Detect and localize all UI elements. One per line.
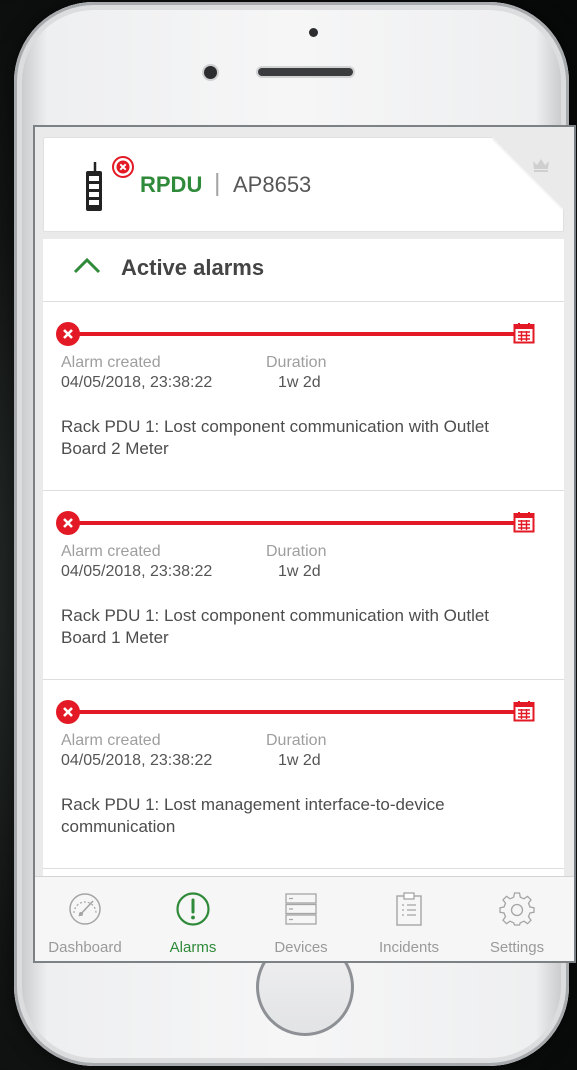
duration-label: Duration <box>266 354 327 371</box>
alarm-message: Rack PDU 1: Lost component communication… <box>61 417 490 458</box>
alarm-created-label: Alarm created <box>61 543 161 560</box>
alarm-error-icon <box>56 322 80 346</box>
gear-icon <box>499 892 535 926</box>
server-rack-icon <box>285 893 317 925</box>
tab-label: Alarms <box>169 939 217 956</box>
alarm-timeline <box>67 710 515 714</box>
alarm-error-icon <box>56 511 80 535</box>
duration-label: Duration <box>266 732 327 749</box>
tab-label: Devices <box>274 939 328 956</box>
alarm-message: Rack PDU 1: Lost management interface-to… <box>61 795 445 836</box>
duration-label: Duration <box>266 543 327 560</box>
alarm-created-value: 04/05/2018, 23:38:22 <box>61 752 213 769</box>
device-type-label: RPDU <box>140 172 203 197</box>
alarm-card[interactable]: Alarm created Duration 04/05/2018, 23:38… <box>43 679 564 868</box>
tab-devices[interactable]: Devices <box>251 877 351 961</box>
tab-dashboard[interactable]: Dashboard <box>35 877 135 961</box>
chevron-up-icon <box>73 257 101 274</box>
tab-label: Dashboard <box>48 939 122 956</box>
crown-icon <box>533 159 549 172</box>
duration-value: 1w 2d <box>278 374 321 391</box>
clipboard-icon <box>396 892 422 926</box>
calendar-icon <box>513 701 535 722</box>
alarms-panel: Active alarms Alarm created Duration 04/… <box>43 239 564 961</box>
alarm-created-value: 04/05/2018, 23:38:22 <box>61 563 213 580</box>
bottom-tab-bar: Dashboard Alarms Devices Incidents Setti… <box>35 876 574 961</box>
gauge-icon <box>69 893 101 925</box>
section-title: Active alarms <box>121 255 265 280</box>
earpiece-speaker <box>258 68 353 76</box>
alarm-error-icon <box>56 700 80 724</box>
alarm-created-value: 04/05/2018, 23:38:22 <box>61 374 213 391</box>
duration-value: 1w 2d <box>278 563 321 580</box>
device-model-label: AP8653 <box>233 172 312 197</box>
alarm-card[interactable]: Alarm created Duration 04/05/2018, 23:38… <box>43 490 564 679</box>
alarm-timeline <box>67 332 515 336</box>
app-screen: RPDU | AP8653 Active alarms Alarm create… <box>35 127 574 961</box>
device-header: RPDU | AP8653 <box>43 137 564 232</box>
tab-label: Incidents <box>378 939 440 956</box>
tab-label: Settings <box>489 939 545 956</box>
alarm-card[interactable]: Alarm created Duration 04/05/2018, 23:38… <box>43 301 564 490</box>
alarm-created-label: Alarm created <box>61 732 161 749</box>
header-corner-fold[interactable] <box>492 137 564 209</box>
proximity-sensor <box>309 28 318 37</box>
front-camera <box>204 66 217 79</box>
tab-settings[interactable]: Settings <box>467 877 567 961</box>
alarm-message: Rack PDU 1: Lost component communication… <box>61 606 490 647</box>
alert-circle-icon <box>176 892 210 926</box>
calendar-icon <box>513 512 535 533</box>
duration-value: 1w 2d <box>278 752 321 769</box>
error-badge-icon <box>112 156 134 178</box>
alarm-timeline <box>67 521 515 525</box>
tab-alarms[interactable]: Alarms <box>143 877 243 961</box>
calendar-icon <box>513 323 535 344</box>
tab-incidents[interactable]: Incidents <box>359 877 459 961</box>
header-separator: | <box>214 169 221 197</box>
rack-pdu-icon <box>86 162 102 211</box>
active-alarms-toggle[interactable]: Active alarms <box>43 239 564 299</box>
alarm-created-label: Alarm created <box>61 354 161 371</box>
